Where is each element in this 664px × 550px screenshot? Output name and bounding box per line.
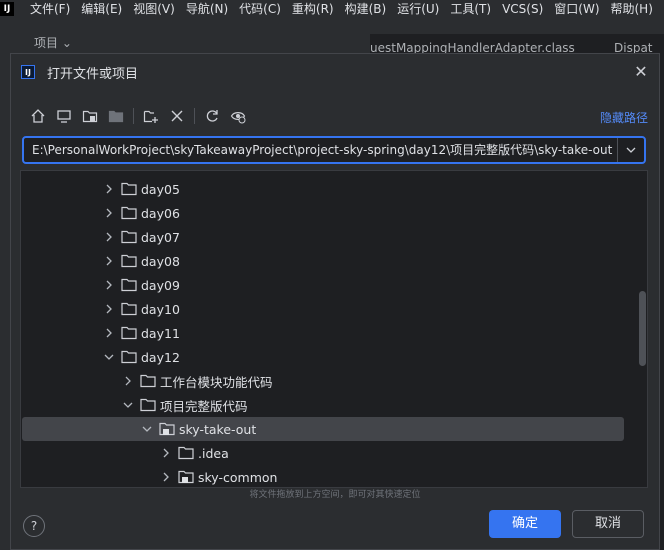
folder-icon	[121, 230, 137, 244]
chevron-down-icon[interactable]	[139, 421, 155, 437]
tree-row-label: day07	[141, 229, 180, 245]
folder-icon	[159, 422, 175, 436]
ok-button[interactable]: 确定	[489, 510, 561, 538]
tree-row-day06[interactable]: day06	[22, 201, 624, 225]
chevron-right-icon[interactable]	[158, 469, 174, 485]
toolbar-separator	[194, 108, 195, 124]
app-logo-icon: IJ	[0, 1, 14, 16]
menu-bar: IJ 文件(F) 编辑(E) 视图(V) 导航(N) 代码(C) 重构(R) 构…	[0, 0, 664, 17]
dialog-title-bar: IJ 打开文件或项目 ✕	[11, 54, 659, 90]
tree-row-day07[interactable]: day07	[22, 225, 624, 249]
folder-icon	[140, 398, 156, 412]
menu-refactor[interactable]: 重构(R)	[292, 0, 334, 17]
folder-icon	[121, 182, 137, 196]
close-icon[interactable]: ✕	[631, 62, 651, 82]
drop-hint: 将文件拖放到上方空间，即可对其快速定位	[249, 490, 421, 500]
tree-row-day12[interactable]: day12	[22, 345, 624, 369]
project-folder-icon[interactable]	[79, 105, 101, 127]
menu-file[interactable]: 文件(F)	[30, 0, 70, 17]
menu-window[interactable]: 窗口(W)	[554, 0, 599, 17]
chevron-right-icon[interactable]	[101, 301, 117, 317]
folder-icon	[121, 206, 137, 220]
chevron-right-icon[interactable]	[101, 277, 117, 293]
chevron-right-icon[interactable]	[101, 325, 117, 341]
menu-vcs[interactable]: VCS(S)	[502, 2, 543, 16]
menu-tools[interactable]: 工具(T)	[450, 0, 491, 17]
tree-row-label: .idea	[198, 445, 229, 461]
path-input[interactable]: E:\PersonalWorkProject\skyTakeawayProjec…	[22, 136, 646, 164]
dialog-title: 打开文件或项目	[47, 66, 139, 82]
folder-icon	[121, 326, 137, 340]
file-tree[interactable]: day05 day06 day07 day08 day09 day10 day11 day12…	[20, 170, 648, 488]
tree-row-day11[interactable]: day11	[22, 321, 624, 345]
folder-icon	[121, 350, 137, 364]
tree-row-day10[interactable]: day10	[22, 297, 624, 321]
tree-row-label: 项目完整版代码	[160, 398, 248, 414]
tree-row-label: day12	[141, 349, 180, 365]
tree-row-day08[interactable]: day08	[22, 249, 624, 273]
tree-row-label: 工作台模块功能代码	[160, 374, 273, 390]
refresh-icon[interactable]	[201, 105, 223, 127]
folder-icon	[121, 302, 137, 316]
open-file-dialog: IJ 打开文件或项目 ✕ 隐藏路径 E:\PersonalWorkProject…	[10, 53, 660, 550]
tree-row-day09[interactable]: day09	[22, 273, 624, 297]
chevron-down-icon[interactable]	[617, 138, 644, 162]
chevron-right-icon[interactable]	[158, 445, 174, 461]
cancel-button[interactable]: 取消	[572, 510, 644, 538]
chevron-right-icon[interactable]	[101, 205, 117, 221]
intellij-icon: IJ	[21, 65, 35, 79]
chevron-down-icon[interactable]	[101, 349, 117, 365]
menu-navigate[interactable]: 导航(N)	[186, 0, 228, 17]
tree-row-label: day06	[141, 205, 180, 221]
show-hidden-icon[interactable]	[227, 105, 249, 127]
chevron-right-icon[interactable]	[101, 253, 117, 269]
delete-icon[interactable]	[166, 105, 188, 127]
tree-row-label: sky-common	[198, 469, 278, 485]
tree-row-label: day08	[141, 253, 180, 269]
tree-scrollbar[interactable]	[639, 291, 646, 366]
home-icon[interactable]	[27, 105, 49, 127]
tree-row-label: day09	[141, 277, 180, 293]
menu-view[interactable]: 视图(V)	[133, 0, 175, 17]
folder-icon	[121, 278, 137, 292]
path-input-value[interactable]: E:\PersonalWorkProject\skyTakeawayProjec…	[24, 138, 617, 162]
tree-row[interactable]: 项目完整版代码	[22, 393, 624, 417]
folder-icon	[140, 374, 156, 388]
menu-build[interactable]: 构建(B)	[345, 0, 387, 17]
menu-help[interactable]: 帮助(H)	[611, 0, 653, 17]
tree-row-label: day11	[141, 325, 180, 341]
chevron-right-icon[interactable]	[101, 229, 117, 245]
tree-row-sky-take-out[interactable]: sky-take-out	[22, 417, 624, 441]
help-icon[interactable]: ?	[23, 515, 45, 537]
new-folder-icon[interactable]	[140, 105, 162, 127]
hide-path-link[interactable]: 隐藏路径	[600, 109, 648, 126]
module-folder-icon[interactable]	[105, 105, 127, 127]
toolbar-separator	[133, 108, 134, 124]
tree-row-label: sky-take-out	[179, 421, 257, 437]
tree-row-label: day10	[141, 301, 180, 317]
tree-row-sky-common[interactable]: sky-common	[22, 465, 624, 487]
tree-row-day05[interactable]: day05	[22, 177, 624, 201]
menu-code[interactable]: 代码(C)	[239, 0, 281, 17]
chevron-right-icon[interactable]	[101, 181, 117, 197]
tree-row-label: day05	[141, 181, 180, 197]
tree-row[interactable]: 工作台模块功能代码	[22, 369, 624, 393]
dialog-toolbar	[27, 104, 253, 128]
folder-icon	[178, 470, 194, 484]
chevron-right-icon[interactable]	[120, 373, 136, 389]
menu-edit[interactable]: 编辑(E)	[81, 0, 122, 17]
tree-row-idea[interactable]: .idea	[22, 441, 624, 465]
desktop-icon[interactable]	[53, 105, 75, 127]
menu-run[interactable]: 运行(U)	[397, 0, 439, 17]
chevron-down-icon[interactable]	[120, 397, 136, 413]
folder-icon	[121, 254, 137, 268]
folder-icon	[178, 446, 194, 460]
